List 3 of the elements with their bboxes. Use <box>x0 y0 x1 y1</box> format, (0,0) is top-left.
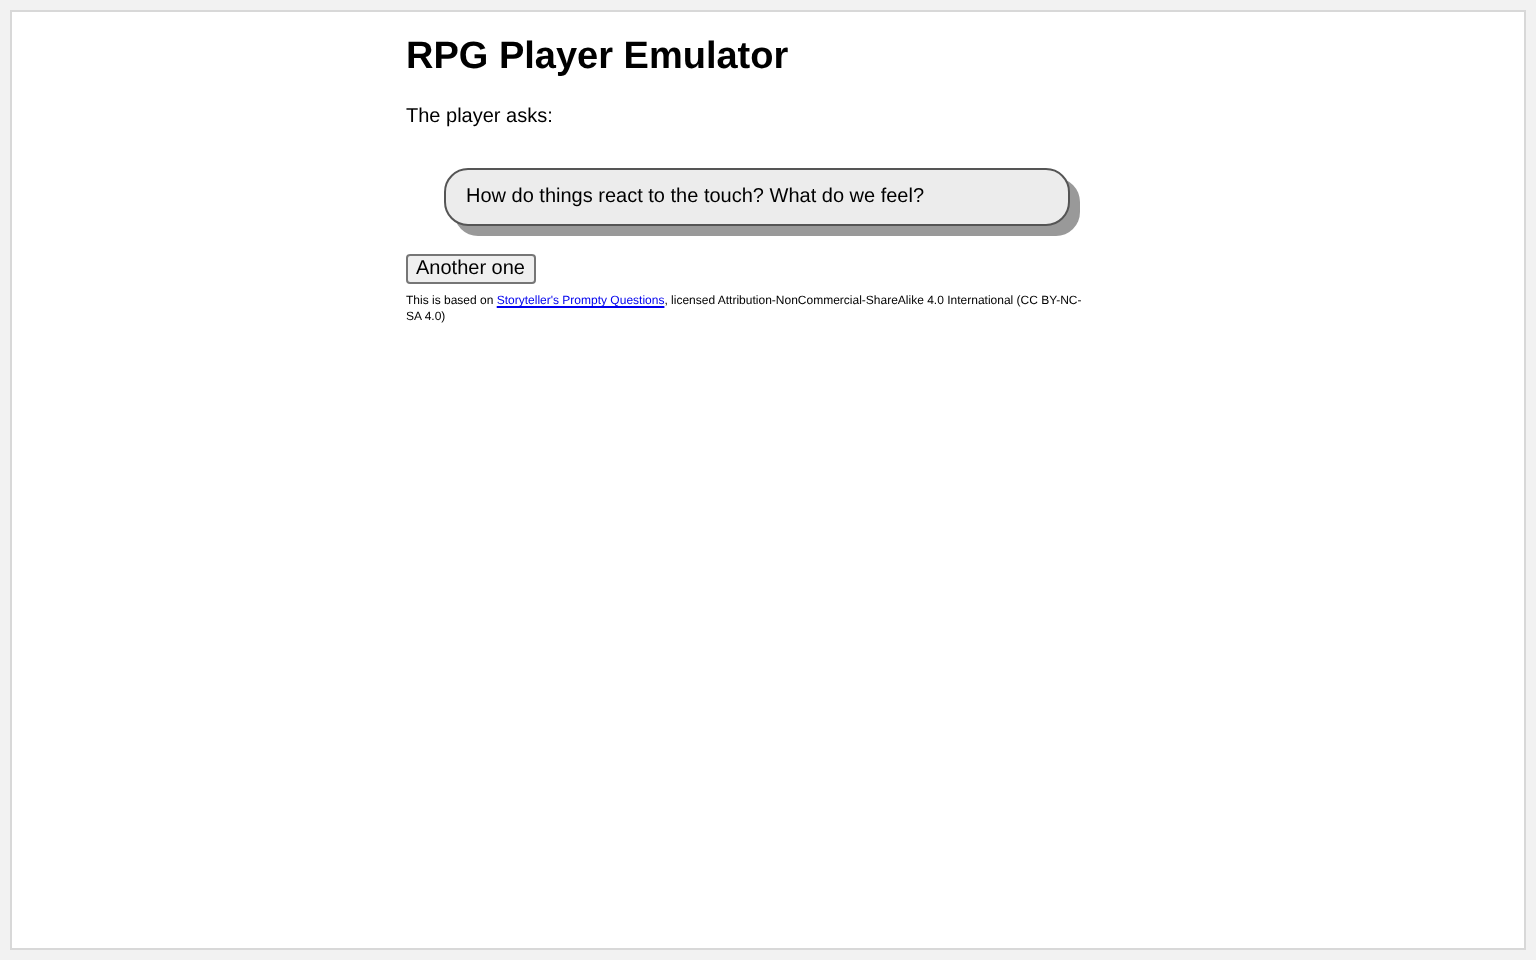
intro-text: The player asks: <box>406 106 555 128</box>
page-title: RPG Player Emulator <box>406 36 791 80</box>
another-one-button[interactable]: Another one <box>406 254 535 284</box>
